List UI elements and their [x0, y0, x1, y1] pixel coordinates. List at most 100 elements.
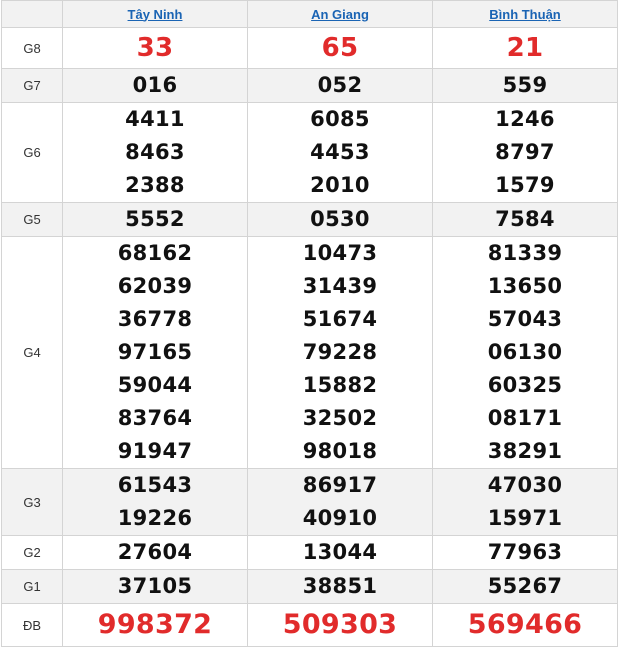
prize-row-g8: G8 33 65 21: [1, 27, 618, 69]
prize-number: 61543: [117, 473, 193, 497]
prize-number: 4453: [310, 140, 370, 164]
prize-number: 13650: [487, 274, 563, 298]
prize-number: 8797: [495, 140, 555, 164]
prize-number: 79228: [302, 340, 378, 364]
prize-cell: 21: [432, 27, 618, 69]
prize-number: 97165: [117, 340, 193, 364]
prize-number: 38851: [302, 574, 378, 598]
prize-number: 559: [502, 73, 548, 97]
prize-number: 1246: [495, 107, 555, 131]
province-header: Bình Thuận: [432, 0, 618, 28]
province-header: An Giang: [247, 0, 433, 28]
prize-row-đb: ĐB 998372 509303 569466: [1, 603, 618, 647]
prize-number: 08171: [487, 406, 563, 430]
prize-cell: 68162 62039 36778 97165 59044 83764 91947: [62, 236, 248, 469]
prize-row-g4: G4 68162 62039 36778 97165 59044 83764 91947 104…: [1, 236, 618, 469]
prize-label: G7: [1, 68, 63, 103]
prize-number: 86917: [302, 473, 378, 497]
prize-row-g2: G2 27604 13044 77963: [1, 535, 618, 570]
prize-number: 21: [506, 33, 544, 63]
prize-number: 32502: [302, 406, 378, 430]
prize-number: 569466: [467, 609, 583, 640]
prize-label: G6: [1, 102, 63, 203]
province-link-an-giang[interactable]: An Giang: [311, 7, 369, 22]
prize-label: G2: [1, 535, 63, 570]
prize-number: 06130: [487, 340, 563, 364]
prize-number: 4411: [125, 107, 185, 131]
prize-label: G4: [1, 236, 63, 469]
header-row: Tây Ninh An Giang Bình Thuận: [1, 0, 618, 28]
prize-number: 65: [321, 33, 359, 63]
province-link-binh-thuan[interactable]: Bình Thuận: [489, 7, 561, 22]
prize-cell: 569466: [432, 603, 618, 647]
prize-cell: 016: [62, 68, 248, 103]
lottery-results-table: Tây Ninh An Giang Bình Thuận G8 33 65 21 G7 0…: [1, 0, 618, 647]
prize-number: 0530: [310, 207, 370, 231]
prize-number: 15971: [487, 506, 563, 530]
prize-number: 8463: [125, 140, 185, 164]
prize-number: 98018: [302, 439, 378, 463]
prize-cell: 37105: [62, 569, 248, 604]
prize-number: 51674: [302, 307, 378, 331]
prize-cell: 7584: [432, 202, 618, 237]
prize-number: 7584: [495, 207, 555, 231]
prize-row-g6: G6 4411 8463 2388 6085 4453 2010 1246 8797 1579: [1, 102, 618, 203]
prize-cell: 6085 4453 2010: [247, 102, 433, 203]
prize-number: 33: [136, 33, 174, 63]
prize-number: 31439: [302, 274, 378, 298]
prize-number: 10473: [302, 241, 378, 265]
prize-number: 77963: [487, 540, 563, 564]
header-corner: [1, 0, 63, 28]
prize-number: 27604: [117, 540, 193, 564]
prize-label: G3: [1, 468, 63, 536]
prize-cell: 1246 8797 1579: [432, 102, 618, 203]
prize-number: 6085: [310, 107, 370, 131]
prize-number: 2010: [310, 173, 370, 197]
prize-row-g1: G1 37105 38851 55267: [1, 569, 618, 604]
prize-cell: 4411 8463 2388: [62, 102, 248, 203]
province-header: Tây Ninh: [62, 0, 248, 28]
prize-cell: 052: [247, 68, 433, 103]
prize-number: 83764: [117, 406, 193, 430]
prize-number: 57043: [487, 307, 563, 331]
prize-cell: 47030 15971: [432, 468, 618, 536]
prize-number: 998372: [97, 609, 213, 640]
prize-number: 81339: [487, 241, 563, 265]
prize-number: 509303: [282, 609, 398, 640]
prize-number: 68162: [117, 241, 193, 265]
prize-number: 1579: [495, 173, 555, 197]
prize-label: G5: [1, 202, 63, 237]
province-link-tay-ninh[interactable]: Tây Ninh: [128, 7, 183, 22]
prize-number: 59044: [117, 373, 193, 397]
prize-number: 37105: [117, 574, 193, 598]
prize-cell: 998372: [62, 603, 248, 647]
prize-row-g3: G3 61543 19226 86917 40910 47030 15971: [1, 468, 618, 536]
prize-row-g7: G7 016 052 559: [1, 68, 618, 103]
prize-cell: 38851: [247, 569, 433, 604]
prize-number: 15882: [302, 373, 378, 397]
prize-label: G1: [1, 569, 63, 604]
prize-number: 60325: [487, 373, 563, 397]
prize-cell: 77963: [432, 535, 618, 570]
prize-cell: 5552: [62, 202, 248, 237]
prize-cell: 0530: [247, 202, 433, 237]
prize-cell: 81339 13650 57043 06130 60325 08171 38291: [432, 236, 618, 469]
prize-cell: 27604: [62, 535, 248, 570]
prize-number: 62039: [117, 274, 193, 298]
prize-number: 47030: [487, 473, 563, 497]
prize-number: 40910: [302, 506, 378, 530]
prize-row-g5: G5 5552 0530 7584: [1, 202, 618, 237]
prize-number: 5552: [125, 207, 185, 231]
prize-number: 052: [317, 73, 363, 97]
prize-label: ĐB: [1, 603, 63, 647]
prize-number: 55267: [487, 574, 563, 598]
prize-number: 13044: [302, 540, 378, 564]
prize-label: G8: [1, 27, 63, 69]
prize-cell: 13044: [247, 535, 433, 570]
prize-cell: 10473 31439 51674 79228 15882 32502 98018: [247, 236, 433, 469]
prize-cell: 559: [432, 68, 618, 103]
prize-number: 36778: [117, 307, 193, 331]
prize-cell: 55267: [432, 569, 618, 604]
prize-cell: 86917 40910: [247, 468, 433, 536]
prize-number: 016: [132, 73, 178, 97]
